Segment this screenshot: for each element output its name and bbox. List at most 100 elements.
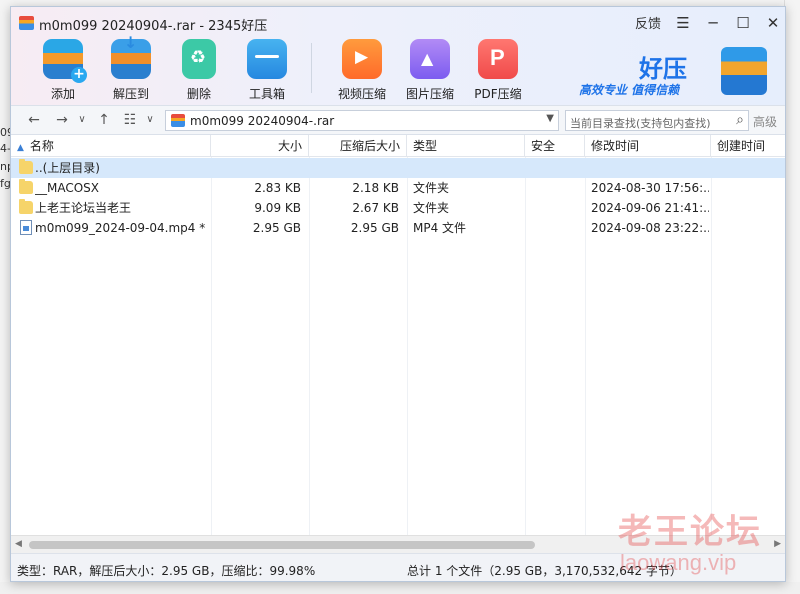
- video-compress-button[interactable]: 视频压缩: [328, 39, 396, 105]
- add-button[interactable]: 添加: [29, 39, 97, 105]
- add-archive-icon: [43, 39, 87, 83]
- background-desktop-bottom: [0, 582, 800, 594]
- table-row[interactable]: __MACOSX 2.83 KB 2.18 KB 文件夹 2024-08-30 …: [11, 178, 785, 198]
- file-size: 9.09 KB: [254, 201, 301, 215]
- file-modified: [591, 158, 709, 178]
- delete-label: 删除: [186, 87, 211, 101]
- feedback-button[interactable]: 反馈: [635, 13, 661, 32]
- file-packed-size: 2.67 KB: [352, 201, 399, 215]
- add-label: 添加: [50, 87, 75, 101]
- brand-name: 好压: [639, 55, 687, 83]
- brand-slogan: 高效专业 值得信赖: [579, 83, 680, 97]
- column-security[interactable]: 安全: [525, 135, 585, 157]
- video-compress-icon: [342, 39, 382, 79]
- column-type[interactable]: 类型: [407, 135, 525, 157]
- column-name[interactable]: ▲ 名称: [11, 135, 211, 157]
- close-icon[interactable]: ✕: [765, 14, 781, 32]
- folder-icon: [19, 199, 33, 214]
- status-bar: 类型：RAR，解压后大小：2.95 GB，压缩比：99.98% 总计 1 个文件…: [11, 553, 785, 581]
- column-size[interactable]: 大小: [211, 135, 309, 157]
- forward-arrow-icon[interactable]: →: [53, 111, 71, 129]
- video-file-icon: [20, 220, 32, 235]
- pdf-compress-button[interactable]: PDF压缩: [464, 39, 532, 105]
- file-name: m0m099_2024-09-04.mp4 *: [35, 221, 206, 235]
- haozip-logo-icon: [721, 47, 767, 95]
- table-row[interactable]: ..(上层目录): [11, 158, 785, 178]
- extract-to-button[interactable]: 解压到: [97, 33, 165, 105]
- main-toolbar: 添加 解压到 删除 工具箱 视频压缩 图片压缩: [29, 33, 532, 105]
- brand-logo: 好压 高效专业 值得信赖: [577, 45, 767, 101]
- scroll-left-icon[interactable]: ◀: [15, 539, 22, 549]
- archive-info: 类型：RAR，解压后大小：2.95 GB，压缩比：99.98%: [17, 564, 316, 578]
- file-type: MP4 文件: [413, 221, 467, 235]
- extract-icon: [111, 33, 151, 79]
- selection-summary: 总计 1 个文件（2.95 GB，3,170,532,642 字节）: [407, 564, 682, 578]
- pdf-compress-icon: [478, 39, 518, 79]
- file-size: [211, 158, 301, 178]
- archive-app-icon: [19, 16, 34, 30]
- file-list: ▲ 名称 大小 压缩后大小 类型 安全 修改时间 创建时间 ..(上层目录) __…: [11, 135, 785, 537]
- minimize-icon[interactable]: ─: [705, 14, 721, 32]
- scrollbar-thumb[interactable]: [29, 541, 535, 549]
- window-title: m0m099 20240904-.rar - 2345好压: [39, 19, 268, 34]
- image-compress-icon: [410, 39, 450, 79]
- table-row[interactable]: m0m099_2024-09-04.mp4 * 2.95 GB 2.95 GB …: [11, 218, 785, 238]
- toolbox-icon: [247, 39, 287, 79]
- folder-icon: [19, 179, 33, 194]
- path-bar[interactable]: m0m099 20240904-.rar ▼: [165, 110, 559, 131]
- delete-button[interactable]: 删除: [165, 39, 233, 105]
- maximize-icon[interactable]: ☐: [735, 14, 751, 32]
- advanced-search-link[interactable]: 高级: [753, 113, 777, 130]
- video-compress-label: 视频压缩: [337, 87, 386, 101]
- file-type: 文件夹: [413, 201, 450, 215]
- file-type: 文件夹: [413, 181, 450, 195]
- path-dropdown-icon[interactable]: ▼: [546, 113, 554, 124]
- column-header: ▲ 名称 大小 压缩后大小 类型 安全 修改时间 创建时间: [11, 135, 785, 157]
- recycle-delete-icon: [182, 39, 216, 79]
- file-modified: 2024-08-30 17:56:...: [591, 181, 709, 195]
- file-packed-size: 2.95 GB: [350, 221, 399, 235]
- toolbar-separator: [311, 43, 312, 93]
- file-packed-size: 2.18 KB: [352, 181, 399, 195]
- file-name: ..(上层目录): [35, 161, 100, 175]
- history-dropdown-icon[interactable]: ∨: [73, 111, 91, 129]
- toolbox-button[interactable]: 工具箱: [233, 39, 301, 105]
- table-row[interactable]: 上老王论坛当老王 9.09 KB 2.67 KB 文件夹 2024-09-06 …: [11, 198, 785, 218]
- path-text: m0m099 20240904-.rar: [190, 114, 335, 128]
- navigation-bar: ← → ∨ ↑ ☷ ∨ m0m099 20240904-.rar ▼ 当前目录查…: [11, 105, 785, 135]
- search-icon[interactable]: ⌕: [736, 112, 744, 128]
- extract-label: 解压到: [112, 87, 149, 101]
- file-name: 上老王论坛当老王: [35, 201, 132, 215]
- search-placeholder: 当前目录查找(支持包内查找): [570, 117, 711, 130]
- column-name-label: 名称: [29, 139, 54, 153]
- scroll-right-icon[interactable]: ▶: [774, 539, 781, 549]
- column-created[interactable]: 创建时间: [711, 135, 785, 157]
- horizontal-scrollbar[interactable]: ◀ ▶: [11, 535, 785, 553]
- background-window-right: [784, 0, 800, 594]
- view-mode-icon[interactable]: ☷: [121, 111, 139, 129]
- image-compress-button[interactable]: 图片压缩: [396, 39, 464, 105]
- back-arrow-icon[interactable]: ←: [25, 111, 43, 129]
- archive-path-icon: [171, 114, 185, 127]
- file-modified: 2024-09-08 23:22:...: [591, 221, 709, 235]
- title-bar-controls: 反馈 ☰ ─ ☐ ✕: [635, 13, 781, 33]
- file-packed-size: [309, 158, 399, 178]
- column-packed-size[interactable]: 压缩后大小: [309, 135, 407, 157]
- menu-icon[interactable]: ☰: [675, 14, 691, 32]
- view-dropdown-icon[interactable]: ∨: [141, 111, 159, 129]
- file-name: __MACOSX: [35, 181, 100, 195]
- toolbox-label: 工具箱: [248, 87, 285, 101]
- sort-ascending-icon: ▲: [17, 143, 24, 153]
- file-type: [413, 158, 523, 178]
- search-box[interactable]: 当前目录查找(支持包内查找) ⌕: [565, 110, 749, 131]
- file-size: 2.95 GB: [252, 221, 301, 235]
- folder-icon: [19, 159, 33, 174]
- window-header: m0m099 20240904-.rar - 2345好压 反馈 ☰ ─ ☐ ✕…: [11, 7, 785, 105]
- column-modified[interactable]: 修改时间: [585, 135, 711, 157]
- file-size: 2.83 KB: [254, 181, 301, 195]
- up-arrow-icon[interactable]: ↑: [95, 111, 113, 129]
- file-modified: 2024-09-06 21:41:...: [591, 201, 709, 215]
- haozip-window: m0m099 20240904-.rar - 2345好压 反馈 ☰ ─ ☐ ✕…: [10, 6, 786, 582]
- pdf-compress-label: PDF压缩: [474, 87, 522, 101]
- image-compress-label: 图片压缩: [405, 87, 454, 101]
